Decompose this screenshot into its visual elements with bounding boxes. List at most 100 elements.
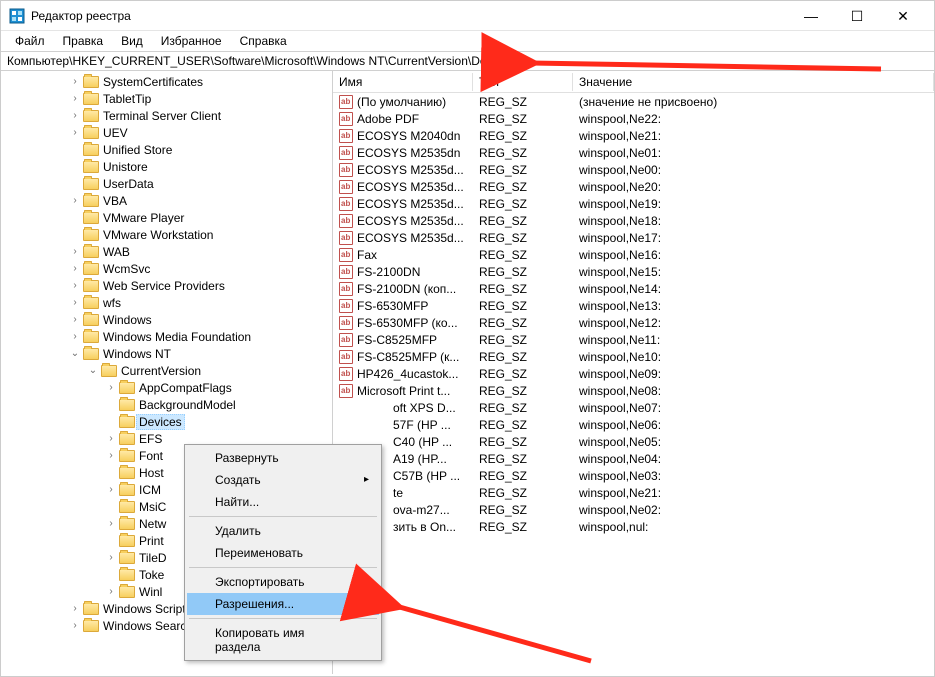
value-name-cell[interactable]: FS-C8525MFP (к... — [333, 350, 473, 364]
table-row[interactable]: FS-2100DN (коп...REG_SZwinspool,Ne14: — [333, 280, 934, 297]
tree-label[interactable]: Unistore — [103, 160, 148, 174]
tree-node[interactable]: ⌄ CurrentVersion — [1, 362, 332, 379]
table-row[interactable]: teREG_SZwinspool,Ne21: — [333, 484, 934, 501]
expand-icon[interactable]: › — [105, 430, 117, 447]
expand-icon[interactable]: › — [105, 549, 117, 566]
expand-icon[interactable]: › — [69, 294, 81, 311]
tree-node[interactable]: UserData — [1, 175, 332, 192]
table-row[interactable]: ECOSYS M2535d...REG_SZwinspool,Ne18: — [333, 212, 934, 229]
context-menu-item[interactable]: Переименовать — [187, 542, 379, 564]
value-name-cell[interactable]: 57F (HP ... — [333, 418, 473, 432]
tree-node[interactable]: › TabletTip — [1, 90, 332, 107]
table-row[interactable]: FS-2100DNREG_SZwinspool,Ne15: — [333, 263, 934, 280]
tree-label[interactable]: Terminal Server Client — [103, 109, 221, 123]
tree-label[interactable]: WcmSvc — [103, 262, 150, 276]
tree-label[interactable]: VMware Workstation — [103, 228, 213, 242]
value-name-cell[interactable]: FS-6530MFP — [333, 299, 473, 313]
table-row[interactable]: ECOSYS M2535d...REG_SZwinspool,Ne00: — [333, 161, 934, 178]
tree-node[interactable]: ›WcmSvc — [1, 260, 332, 277]
tree-label[interactable]: UEV — [103, 126, 128, 140]
value-name-cell[interactable]: ECOSYS M2535dn — [333, 146, 473, 160]
value-name-cell[interactable]: FS-C8525MFP — [333, 333, 473, 347]
tree-label[interactable]: Netw — [139, 517, 166, 531]
menu-item-4[interactable]: Справка — [232, 32, 295, 50]
col-name[interactable]: Имя — [333, 73, 473, 91]
collapse-icon[interactable]: ⌄ — [69, 345, 81, 362]
tree-label[interactable]: Print — [139, 534, 164, 548]
table-row[interactable]: ova-m27...REG_SZwinspool,Ne02: — [333, 501, 934, 518]
expand-icon[interactable]: › — [69, 73, 81, 90]
expand-icon[interactable]: › — [69, 124, 81, 141]
expand-icon[interactable]: › — [69, 243, 81, 260]
tree-node[interactable]: › UEV — [1, 124, 332, 141]
value-name-cell[interactable]: oft XPS D... — [333, 401, 473, 415]
menu-item-0[interactable]: Файл — [7, 32, 53, 50]
value-name-cell[interactable]: FS-2100DN — [333, 265, 473, 279]
expand-icon[interactable]: › — [105, 447, 117, 464]
table-row[interactable]: FS-C8525MFP (к...REG_SZwinspool,Ne10: — [333, 348, 934, 365]
tree-node[interactable]: VMware Player — [1, 209, 332, 226]
tree-label[interactable]: Windows Media Foundation — [103, 330, 251, 344]
value-name-cell[interactable]: ECOSYS M2535d... — [333, 197, 473, 211]
col-type[interactable]: Тип — [473, 73, 573, 91]
value-name-cell[interactable]: Fax — [333, 248, 473, 262]
value-name-cell[interactable]: ECOSYS M2040dn — [333, 129, 473, 143]
menu-item-2[interactable]: Вид — [113, 32, 151, 50]
collapse-icon[interactable]: ⌄ — [87, 362, 99, 379]
tree-label[interactable]: AppCompatFlags — [139, 381, 232, 395]
context-menu-item[interactable]: Разрешения... — [187, 593, 379, 615]
tree-label[interactable]: TabletTip — [103, 92, 151, 106]
tree-node[interactable]: ⌄ Windows NT — [1, 345, 332, 362]
tree-label[interactable]: CurrentVersion — [121, 364, 201, 378]
table-row[interactable]: ECOSYS M2535d...REG_SZwinspool,Ne20: — [333, 178, 934, 195]
tree-label[interactable]: WAB — [103, 245, 130, 259]
table-row[interactable]: oft XPS D...REG_SZwinspool,Ne07: — [333, 399, 934, 416]
table-row[interactable]: C40 (HP ...REG_SZwinspool,Ne05: — [333, 433, 934, 450]
table-row[interactable]: C57B (HP ...REG_SZwinspool,Ne03: — [333, 467, 934, 484]
table-row[interactable]: A19 (HP...REG_SZwinspool,Ne04: — [333, 450, 934, 467]
expand-icon[interactable]: › — [105, 583, 117, 600]
tree-label[interactable]: MsiC — [139, 500, 166, 514]
expand-icon[interactable]: › — [69, 90, 81, 107]
value-name-cell[interactable]: ECOSYS M2535d... — [333, 231, 473, 245]
tree-label[interactable]: Windows Search — [103, 619, 193, 633]
table-row[interactable]: HP426_4ucastok...REG_SZwinspool,Ne09: — [333, 365, 934, 382]
tree-node[interactable]: BackgroundModel — [1, 396, 332, 413]
list-pane[interactable]: Имя Тип Значение (По умолчанию)REG_SZ(зн… — [333, 71, 934, 674]
tree-node[interactable]: ›VBA — [1, 192, 332, 209]
tree-node[interactable]: ›Terminal Server Client — [1, 107, 332, 124]
value-name-cell[interactable]: ECOSYS M2535d... — [333, 214, 473, 228]
context-menu-item[interactable]: Найти... — [187, 491, 379, 513]
tree-node[interactable]: › wfs — [1, 294, 332, 311]
value-name-cell[interactable]: Adobe PDF — [333, 112, 473, 126]
table-row[interactable]: (По умолчанию)REG_SZ(значение не присвое… — [333, 93, 934, 110]
tree-label[interactable]: VMware Player — [103, 211, 184, 225]
expand-icon[interactable]: › — [105, 481, 117, 498]
table-row[interactable]: FS-C8525MFPREG_SZwinspool,Ne11: — [333, 331, 934, 348]
address-bar[interactable]: Компьютер\HKEY_CURRENT_USER\Software\Mic… — [1, 51, 934, 71]
tree-label[interactable]: Windows NT — [103, 347, 171, 361]
value-name-cell[interactable]: HP426_4ucastok... — [333, 367, 473, 381]
table-row[interactable]: ECOSYS M2040dnREG_SZwinspool,Ne21: — [333, 127, 934, 144]
tree-label[interactable]: EFS — [139, 432, 162, 446]
expand-icon[interactable]: › — [69, 277, 81, 294]
menu-item-1[interactable]: Правка — [55, 32, 112, 50]
tree-label[interactable]: Web Service Providers — [103, 279, 225, 293]
value-name-cell[interactable]: ECOSYS M2535d... — [333, 163, 473, 177]
expand-icon[interactable]: › — [69, 328, 81, 345]
context-menu-item[interactable]: Экспортировать — [187, 571, 379, 593]
tree-node[interactable]: › WAB — [1, 243, 332, 260]
table-row[interactable]: зить в On...REG_SZwinspool,nul: — [333, 518, 934, 535]
tree-node[interactable]: ›Windows — [1, 311, 332, 328]
value-name-cell[interactable]: FS-6530MFP (ко... — [333, 316, 473, 330]
tree-label[interactable]: wfs — [103, 296, 121, 310]
tree-node[interactable]: › Windows Media Foundation — [1, 328, 332, 345]
tree-label[interactable]: Windows — [103, 313, 152, 327]
table-row[interactable]: Microsoft Print t...REG_SZwinspool,Ne08: — [333, 382, 934, 399]
tree-label[interactable]: Host — [139, 466, 164, 480]
table-row[interactable]: FS-6530MFP (ко...REG_SZwinspool,Ne12: — [333, 314, 934, 331]
tree-label[interactable]: Devices — [136, 414, 185, 430]
col-value[interactable]: Значение — [573, 73, 934, 91]
expand-icon[interactable]: › — [105, 515, 117, 532]
tree-label[interactable]: Unified Store — [103, 143, 172, 157]
